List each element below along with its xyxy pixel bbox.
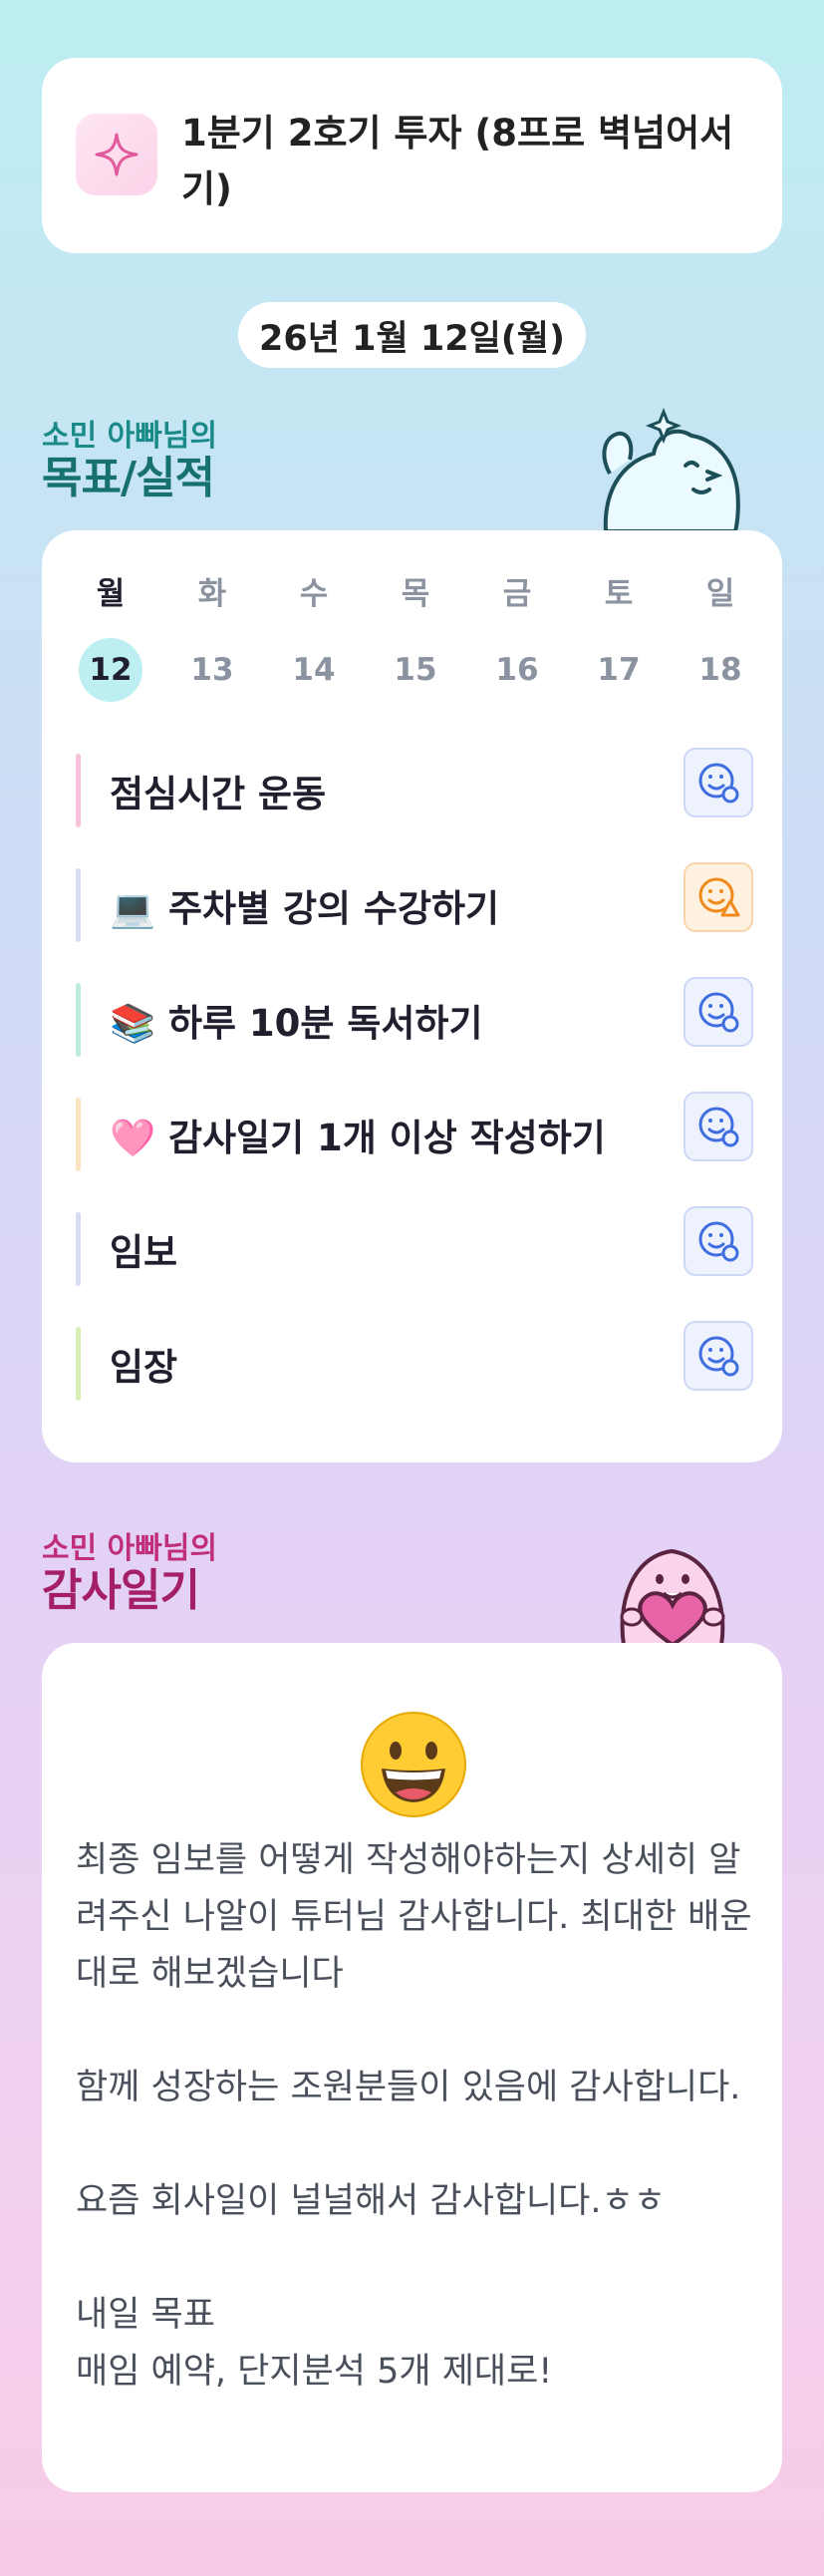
diary-text: 최종 임보를 어떻게 작성해야하는지 상세히 알려주신 나알이 튜터님 감사합니…	[76, 1840, 752, 2392]
diary-card: 최종 임보를 어떻게 작성해야하는지 상세히 알려주신 나알이 튜터님 감사합니…	[42, 1643, 782, 2492]
task-label: 임장	[110, 1346, 178, 1389]
date-label: 26년 1월 12일(월)	[238, 302, 586, 368]
task-label: 📚 하루 10분 독서하기	[110, 1002, 483, 1045]
task-color-bar	[76, 1327, 81, 1401]
task-item[interactable]: 🩷 감사일기 1개 이상 작성하기	[76, 1090, 753, 1185]
smile-status-icon[interactable]	[684, 977, 753, 1047]
day-sat[interactable]: 토 17	[584, 574, 654, 702]
smile-status-icon[interactable]	[684, 1092, 753, 1161]
day-tue[interactable]: 화 13	[177, 574, 247, 702]
task-item[interactable]: 💻 주차별 강의 수강하기	[76, 860, 753, 956]
task-label: 점심시간 운동	[110, 773, 327, 815]
day-thu[interactable]: 목 15	[381, 574, 450, 702]
waving-mascot-icon	[602, 407, 740, 531]
goals-card: 월 12 화 13 수 14 목 15 금 16 토 17 일 18 점심시간 운동 💻 주차…	[42, 530, 782, 1462]
week-strip: 월 12 화 13 수 14 목 15 금 16 토 17 일 18	[76, 574, 753, 702]
day-mon[interactable]: 월 12	[76, 574, 145, 702]
day-fri[interactable]: 금 16	[482, 574, 552, 702]
task-color-bar	[76, 1098, 81, 1171]
smile-status-icon[interactable]	[684, 748, 753, 817]
task-color-bar	[76, 754, 81, 827]
task-color-bar	[76, 1212, 81, 1286]
task-color-bar	[76, 983, 81, 1057]
goal-card[interactable]: 1분기 2호기 투자 (8프로 벽넘어서기)	[42, 58, 782, 253]
smile-status-icon[interactable]	[684, 1206, 753, 1276]
task-color-bar	[76, 868, 81, 942]
diary-section-title: 감사일기	[42, 1565, 200, 1616]
smile-warning-icon[interactable]	[684, 862, 753, 932]
task-item[interactable]: 점심시간 운동	[76, 746, 753, 841]
grinning-face-icon	[361, 1712, 466, 1817]
task-item[interactable]: 임장	[76, 1319, 753, 1415]
task-label: 임보	[110, 1231, 178, 1274]
task-item[interactable]: 📚 하루 10분 독서하기	[76, 975, 753, 1071]
sparkle-icon	[76, 114, 157, 195]
task-item[interactable]: 임보	[76, 1204, 753, 1300]
task-label: 💻 주차별 강의 수강하기	[110, 887, 500, 930]
goal-title: 1분기 2호기 투자 (8프로 벽넘어서기)	[181, 112, 734, 210]
heart-mascot-icon	[620, 1548, 725, 1645]
smile-status-icon[interactable]	[684, 1321, 753, 1391]
day-wed[interactable]: 수 14	[279, 574, 349, 702]
goals-section-title: 목표/실적	[42, 453, 215, 503]
task-label: 🩷 감사일기 1개 이상 작성하기	[110, 1117, 606, 1159]
day-sun[interactable]: 일 18	[686, 574, 755, 702]
